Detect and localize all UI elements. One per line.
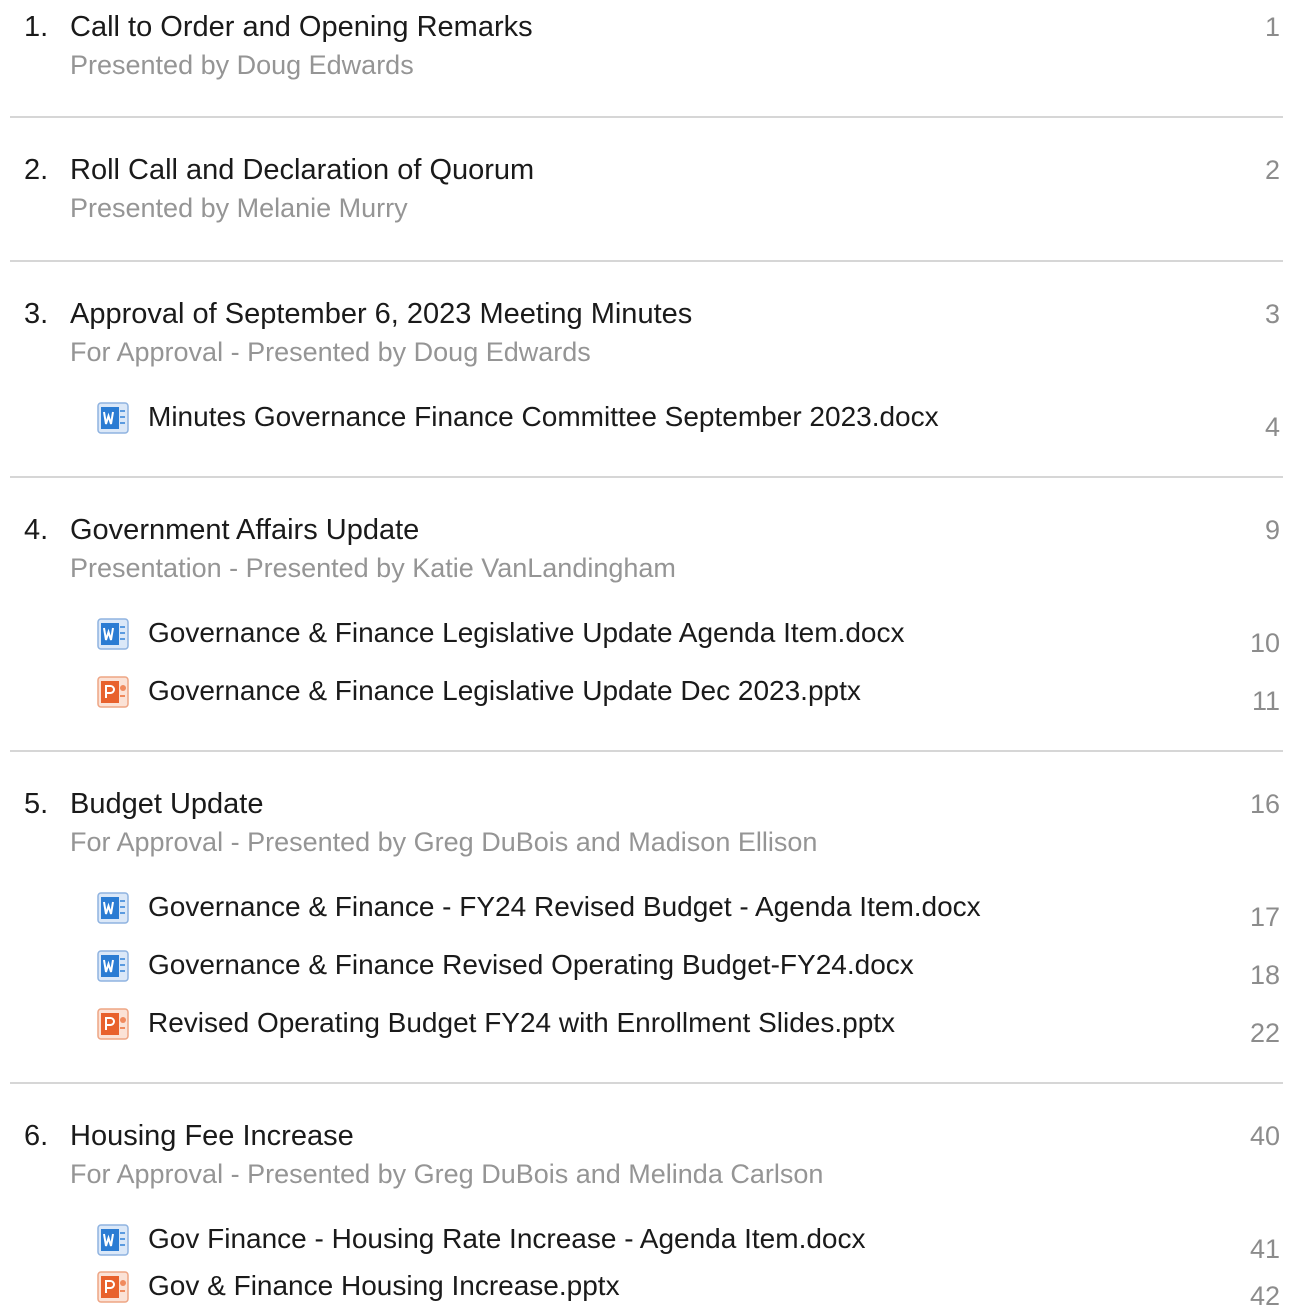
agenda-item-presenter: Presented by Doug Edwards bbox=[70, 50, 414, 80]
attachment-row[interactable]: Governance & Finance Legislative Update … bbox=[0, 665, 1294, 723]
attachment-row[interactable]: Revised Operating Budget FY24 with Enrol… bbox=[0, 997, 1294, 1055]
agenda-item-page: 40 bbox=[1249, 1121, 1280, 1151]
agenda-item-number: 5. bbox=[24, 788, 49, 820]
word-document-icon bbox=[97, 950, 129, 982]
attachment-row[interactable]: Minutes Governance Finance Committee Sep… bbox=[0, 391, 1294, 449]
attachment-name: Revised Operating Budget FY24 with Enrol… bbox=[148, 1007, 896, 1038]
attachment-row[interactable]: Governance & Finance Revised Operating B… bbox=[0, 939, 1294, 997]
agenda-item-presenter: Presentation - Presented by Katie VanLan… bbox=[70, 553, 676, 583]
agenda-item-title[interactable]: Budget Update bbox=[70, 784, 263, 824]
divider bbox=[10, 116, 1283, 118]
attachment-page: 18 bbox=[1249, 960, 1280, 990]
word-document-icon bbox=[97, 892, 129, 924]
attachment-page: 10 bbox=[1249, 628, 1280, 658]
agenda-item-number: 2. bbox=[24, 154, 49, 186]
agenda-item-header: 3. Approval of September 6, 2023 Meeting… bbox=[0, 294, 1294, 334]
agenda-item-title[interactable]: Approval of September 6, 2023 Meeting Mi… bbox=[70, 294, 692, 334]
agenda-item-title[interactable]: Government Affairs Update bbox=[70, 510, 419, 550]
word-document-icon bbox=[97, 618, 129, 650]
word-document-icon bbox=[97, 402, 129, 434]
agenda-item-header: 6. Housing Fee Increase 40 bbox=[0, 1116, 1294, 1156]
agenda-item-title[interactable]: Call to Order and Opening Remarks bbox=[70, 7, 533, 47]
agenda-item-presenter: For Approval - Presented by Greg DuBois … bbox=[70, 1159, 824, 1189]
agenda-item-page: 2 bbox=[1264, 155, 1280, 185]
attachment-page: 11 bbox=[1251, 686, 1280, 716]
powerpoint-document-icon bbox=[97, 1008, 129, 1040]
attachment-name: Minutes Governance Finance Committee Sep… bbox=[148, 401, 939, 432]
divider bbox=[10, 260, 1283, 262]
attachment-page: 42 bbox=[1249, 1281, 1280, 1311]
agenda-item-header: 5. Budget Update 16 bbox=[0, 784, 1294, 824]
attachment-name: Governance & Finance Legislative Update … bbox=[148, 675, 861, 706]
attachment-page: 22 bbox=[1249, 1018, 1280, 1048]
agenda-item-header: 1. Call to Order and Opening Remarks 1 bbox=[0, 7, 1294, 47]
agenda-item-page: 3 bbox=[1264, 299, 1280, 329]
attachment-name: Governance & Finance Legislative Update … bbox=[148, 617, 905, 648]
powerpoint-document-icon bbox=[97, 1271, 129, 1303]
agenda-item-presenter: Presented by Melanie Murry bbox=[70, 193, 408, 223]
divider bbox=[10, 1082, 1283, 1084]
agenda-item-number: 3. bbox=[24, 298, 49, 330]
attachment-row[interactable]: Gov & Finance Housing Increase.pptx 42 bbox=[0, 1260, 1294, 1315]
agenda-item-page: 1 bbox=[1264, 12, 1280, 42]
divider bbox=[10, 476, 1283, 478]
agenda-item-title[interactable]: Housing Fee Increase bbox=[70, 1116, 354, 1156]
agenda-item-number: 1. bbox=[24, 11, 49, 43]
attachment-row[interactable]: Governance & Finance - FY24 Revised Budg… bbox=[0, 881, 1294, 939]
powerpoint-document-icon bbox=[97, 676, 129, 708]
agenda-item-header: 2. Roll Call and Declaration of Quorum 2 bbox=[0, 150, 1294, 190]
agenda-item-title[interactable]: Roll Call and Declaration of Quorum bbox=[70, 150, 534, 190]
word-document-icon bbox=[97, 1224, 129, 1256]
attachment-name: Governance & Finance Revised Operating B… bbox=[148, 949, 914, 980]
attachment-name: Governance & Finance - FY24 Revised Budg… bbox=[148, 891, 981, 922]
agenda-item-number: 4. bbox=[24, 514, 49, 546]
attachment-name: Gov & Finance Housing Increase.pptx bbox=[148, 1270, 620, 1301]
attachment-page: 17 bbox=[1249, 902, 1280, 932]
attachment-page: 4 bbox=[1264, 412, 1280, 442]
agenda-item-page: 16 bbox=[1249, 789, 1280, 819]
agenda-item-presenter: For Approval - Presented by Greg DuBois … bbox=[70, 827, 818, 857]
agenda-item-header: 4. Government Affairs Update 9 bbox=[0, 510, 1294, 550]
attachment-name: Gov Finance - Housing Rate Increase - Ag… bbox=[148, 1223, 866, 1254]
agenda-item-number: 6. bbox=[24, 1120, 49, 1152]
agenda-item-page: 9 bbox=[1264, 515, 1280, 545]
attachment-row[interactable]: Governance & Finance Legislative Update … bbox=[0, 607, 1294, 665]
agenda-item-presenter: For Approval - Presented by Doug Edwards bbox=[70, 337, 591, 367]
divider bbox=[10, 750, 1283, 752]
